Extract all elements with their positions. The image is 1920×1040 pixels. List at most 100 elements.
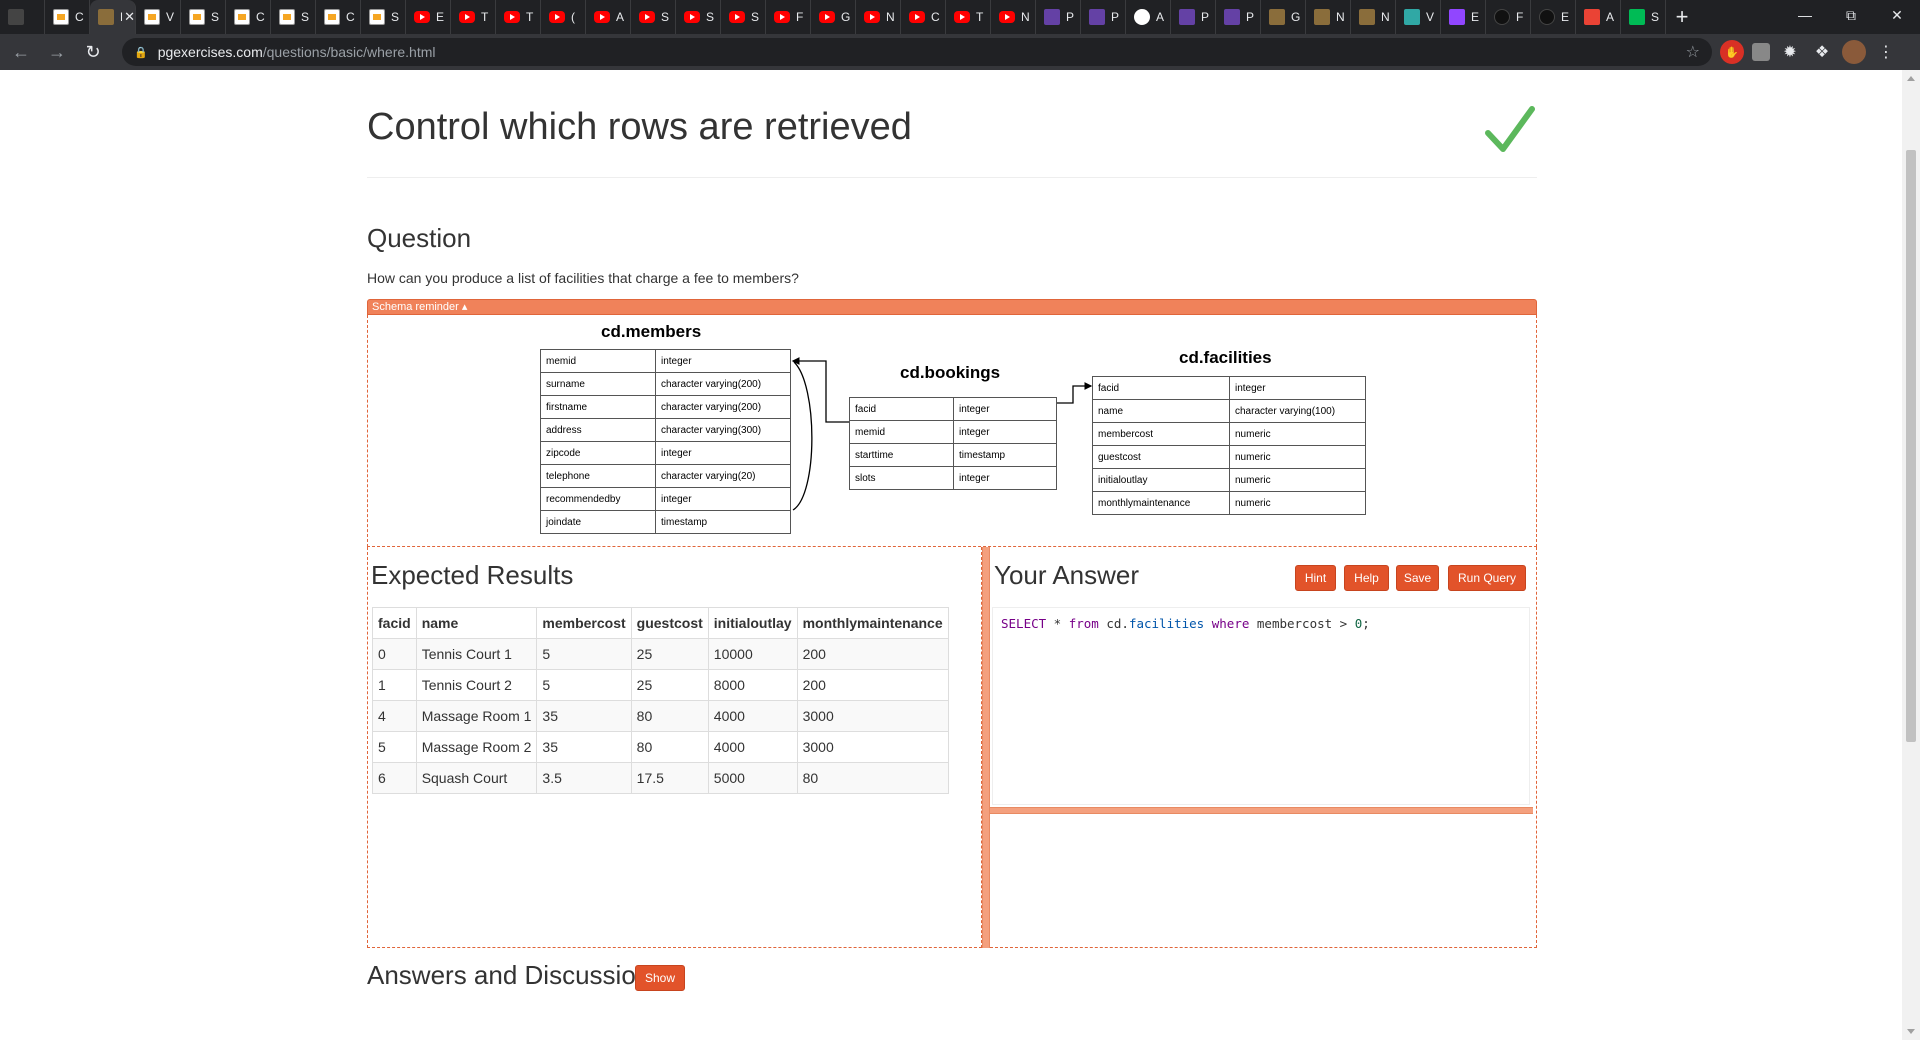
tab-title: P xyxy=(1111,10,1120,24)
bookings-memid-link xyxy=(791,357,849,423)
browser-tab[interactable]: P xyxy=(1036,0,1081,34)
browser-tab[interactable]: S xyxy=(631,0,676,34)
sql-editor[interactable]: SELECT * from cd.facilities where member… xyxy=(992,607,1530,805)
browser-tab[interactable]: C xyxy=(45,0,90,34)
browser-tab[interactable]: N xyxy=(1351,0,1396,34)
tab-title: C xyxy=(931,10,940,24)
browser-tab[interactable]: V xyxy=(136,0,181,34)
browser-tab[interactable]: T xyxy=(451,0,496,34)
menu-kebab-icon[interactable]: ⋮ xyxy=(1874,40,1898,64)
back-icon[interactable]: ← xyxy=(6,37,36,67)
reload-icon[interactable]: ↻ xyxy=(78,37,108,67)
browser-tab[interactable]: S xyxy=(1621,0,1666,34)
scroll-up-icon[interactable] xyxy=(1907,76,1915,81)
browser-tab[interactable]: T xyxy=(946,0,991,34)
table-row: 1 Tennis Court 2 5 25 8000 200 xyxy=(372,669,949,701)
browser-tab[interactable]: C xyxy=(316,0,361,34)
doc-icon xyxy=(279,9,295,25)
lock-icon[interactable]: 🔒 xyxy=(134,46,148,59)
extensions-puzzle-icon[interactable]: ❖ xyxy=(1810,40,1834,64)
browser-tab[interactable]: S xyxy=(271,0,316,34)
table-cell: 80 xyxy=(630,731,709,763)
hint-button[interactable]: Hint xyxy=(1295,565,1336,591)
scroll-down-icon[interactable] xyxy=(1907,1029,1915,1034)
forward-icon[interactable]: → xyxy=(42,37,72,67)
new-tab-icon[interactable]: + xyxy=(1666,4,1698,30)
close-tab-icon[interactable]: ✕ xyxy=(124,9,135,25)
schema-diagram: cd.members memid integer surname character … xyxy=(367,315,1537,547)
crown-icon xyxy=(1044,9,1060,25)
run-query-button[interactable]: Run Query xyxy=(1448,565,1526,591)
browser-tab[interactable]: N xyxy=(1306,0,1351,34)
expected-results-table: facid name membercost guestcost initialoutla… xyxy=(372,607,949,794)
browser-tab[interactable]: C xyxy=(226,0,271,34)
results-column-header: guestcost xyxy=(630,607,709,639)
youtube-icon xyxy=(594,11,610,23)
browser-tab[interactable]: S xyxy=(181,0,226,34)
tab-title: E xyxy=(436,10,445,24)
crown-icon xyxy=(1089,9,1105,25)
youtube-icon xyxy=(639,11,655,23)
browser-tab[interactable]: Pc✕ xyxy=(90,0,136,34)
tab-title: N xyxy=(1021,10,1030,24)
browser-tab[interactable]: F xyxy=(766,0,811,34)
profile-avatar[interactable] xyxy=(1842,40,1866,64)
extension-adblock-icon[interactable]: ✋ xyxy=(1720,40,1744,64)
browser-tab[interactable]: P xyxy=(1081,0,1126,34)
pg-icon xyxy=(1359,9,1375,25)
help-button[interactable]: Help xyxy=(1344,565,1389,591)
recommendedby-link xyxy=(792,361,813,511)
browser-tab[interactable]: P xyxy=(1171,0,1216,34)
browser-tab[interactable]: P xyxy=(1216,0,1261,34)
page-scrollbar[interactable] xyxy=(1902,70,1920,1040)
tab-title: V xyxy=(166,10,175,24)
target-icon xyxy=(1584,9,1600,25)
extension-icon[interactable] xyxy=(1752,43,1770,61)
save-button[interactable]: Save xyxy=(1396,565,1439,591)
browser-tab[interactable]: S xyxy=(676,0,721,34)
restore-icon[interactable]: ⧉ xyxy=(1828,0,1874,30)
bookmark-star-icon[interactable]: ☆ xyxy=(1686,42,1700,62)
address-bar[interactable]: 🔒 pgexercises.com/questions/basic/where.… xyxy=(122,38,1712,66)
extension-gear-icon[interactable]: ✹ xyxy=(1778,40,1802,64)
gear-icon xyxy=(1134,9,1150,25)
table-row: 5 Massage Room 2 35 80 4000 3000 xyxy=(372,731,949,763)
browser-tab[interactable]: T xyxy=(496,0,541,34)
browser-tab[interactable]: F xyxy=(1486,0,1531,34)
show-answers-button[interactable]: Show xyxy=(635,965,685,991)
tab-title: G xyxy=(841,10,851,24)
table-cell: 4000 xyxy=(707,731,798,763)
vertical-splitter[interactable] xyxy=(982,547,990,948)
browser-tab[interactable]: E xyxy=(406,0,451,34)
browser-tab[interactable]: G xyxy=(811,0,856,34)
browser-tab[interactable]: G xyxy=(1261,0,1306,34)
minimize-icon[interactable]: — xyxy=(1782,0,1828,30)
browser-tab[interactable] xyxy=(0,0,45,34)
close-window-icon[interactable]: ✕ xyxy=(1874,0,1920,30)
browser-tab[interactable]: E xyxy=(1441,0,1486,34)
table-cell: 6 xyxy=(372,762,417,794)
browser-tab[interactable]: A xyxy=(586,0,631,34)
horizontal-splitter[interactable] xyxy=(990,807,1533,814)
scroll-thumb[interactable] xyxy=(1906,150,1916,742)
completed-check-icon xyxy=(1485,106,1535,152)
schema-reminder-toggle[interactable]: Schema reminder ▴ xyxy=(367,299,1537,315)
browser-tab[interactable]: N xyxy=(991,0,1036,34)
tab-title: Pc xyxy=(120,10,122,24)
tab-title: E xyxy=(1471,10,1480,24)
browser-tab[interactable]: S xyxy=(361,0,406,34)
browser-tab[interactable]: ( xyxy=(541,0,586,34)
browser-tab[interactable]: S xyxy=(721,0,766,34)
browser-tab[interactable]: V xyxy=(1396,0,1441,34)
table-cell: 4 xyxy=(372,700,417,732)
table-cell: 3.5 xyxy=(536,762,632,794)
browser-tab[interactable]: N xyxy=(856,0,901,34)
youtube-icon xyxy=(909,11,925,23)
browser-tab[interactable]: A xyxy=(1576,0,1621,34)
browser-tab[interactable]: A xyxy=(1126,0,1171,34)
browser-tab[interactable]: E xyxy=(1531,0,1576,34)
tab-title: S xyxy=(751,10,760,24)
browser-tab[interactable]: C xyxy=(901,0,946,34)
table-cell: Squash Court xyxy=(415,762,538,794)
table-cell: 10000 xyxy=(707,638,798,670)
